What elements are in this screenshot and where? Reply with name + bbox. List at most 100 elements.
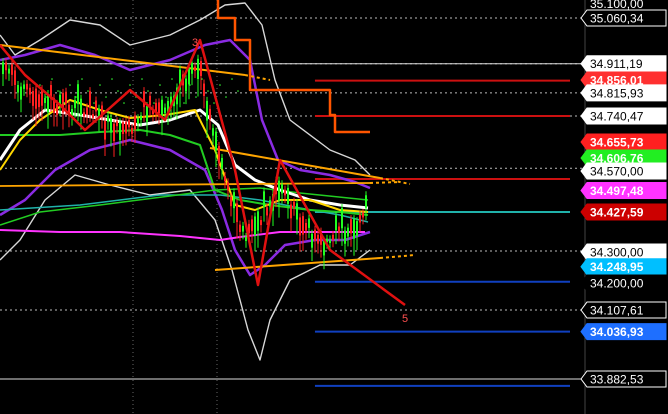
candle-body [131,127,133,134]
price-tag-label: 34.248,95 [590,260,644,274]
indicator-dot [231,78,233,80]
candle-body [146,106,148,122]
candle-body [110,118,112,133]
price-tag-label: 34.036,93 [590,325,644,339]
candle-body [332,234,334,240]
price-tag-label: 34.740,47 [590,110,644,124]
candle-body [80,98,82,115]
candle-body [134,115,136,130]
candle-body [344,230,346,244]
indicator-dot [105,96,107,98]
price-tag[interactable]: 34.497,48 [580,182,667,200]
price-tag-label: 34.815,93 [590,86,644,100]
indicator-dot [165,96,167,98]
indicator-dot [183,102,185,104]
indicator-dot [51,78,53,80]
candle-body [206,100,208,121]
candle-body [263,191,265,208]
candle-body [362,212,364,218]
indicator-dot [81,78,83,80]
price-tag[interactable]: 33.882,53 [580,370,667,388]
stock-chart[interactable]: 35 35.100,00 35.060,3434.911,1934.856,01… [0,0,668,414]
candle-body [128,119,130,128]
zigzag-label: 5 [402,313,408,325]
indicator-dot [93,102,95,104]
candle-body [227,182,229,191]
candle-body [269,200,271,207]
candle-body [296,203,298,220]
price-tag-label: 34.427,59 [590,205,644,219]
indicator-dot [39,84,41,86]
candle-body [356,221,358,237]
candle-body [11,64,13,75]
price-tag[interactable]: 34.815,93 [580,84,667,102]
candle-body [125,121,127,134]
price-tag[interactable]: 34.248,95 [580,258,667,276]
candle-body [149,95,151,106]
indicator-dot [159,84,161,86]
indicator-dot [201,78,203,80]
candle-body [257,211,259,231]
indicator-dot [99,84,101,86]
price-tag[interactable]: 34.911,19 [580,55,667,73]
price-tag-label: 34.497,48 [590,184,644,198]
indicator-dot [213,102,215,104]
candle-body [293,201,295,208]
candle-body [299,217,301,236]
indicator-dot [45,96,47,98]
indicator-dot [141,78,143,80]
price-tag[interactable]: 35.060,34 [580,9,667,27]
indicator-dot [195,96,197,98]
indicator-dot [147,90,149,92]
indicator-dot [57,90,59,92]
candle-body [365,195,367,208]
candle-body [359,214,361,223]
indicator-dot [63,102,65,104]
price-tag[interactable]: 34.036,93 [580,323,667,341]
candle-body [2,62,4,75]
candle-body [191,62,193,74]
candle-body [140,116,142,120]
price-tag[interactable]: 34.740,47 [580,107,667,125]
candle-body [317,234,319,244]
candle-body [29,87,31,95]
price-tag-label: 34.300,00 [590,246,644,260]
candle-body [230,197,232,207]
candle-body [77,84,79,105]
candle-body [209,108,211,120]
price-tag[interactable]: 34.200,00 [580,274,667,292]
candle-body [215,131,217,151]
candle-body [74,100,76,109]
price-tag-label: 34.200,00 [590,277,644,291]
price-tag-label: 34.107,61 [590,304,644,318]
candle-body [116,121,118,127]
candle-body [341,207,343,229]
price-tag-label: 34.570,00 [590,165,644,179]
indicator-dot [117,90,119,92]
price-tag[interactable]: 34.570,00 [580,162,667,180]
candle-body [185,78,187,92]
candle-body [113,123,115,142]
candle-body [8,68,10,74]
indicator-dot [69,84,71,86]
candle-body [242,225,244,232]
candle-body [314,229,316,241]
candle-body [329,239,331,244]
candle-body [89,91,91,108]
price-tag[interactable]: 34.427,59 [580,203,667,221]
candle-body [188,68,190,85]
candle-body [221,157,223,169]
candle-body [251,219,253,232]
indicator-dot [225,96,227,98]
candle-body [200,61,202,76]
candle-body [122,122,124,135]
price-tag[interactable]: 34.107,61 [580,301,667,319]
indicator-dot [189,84,191,86]
price-tag[interactable]: 34.300,00 [580,243,667,261]
candle-body [86,107,88,115]
price-tag[interactable]: 34.655,73 [580,133,667,151]
candle-body [197,58,199,80]
indicator-dot [171,78,173,80]
candle-body [245,236,247,242]
indicator-dot [237,90,239,92]
